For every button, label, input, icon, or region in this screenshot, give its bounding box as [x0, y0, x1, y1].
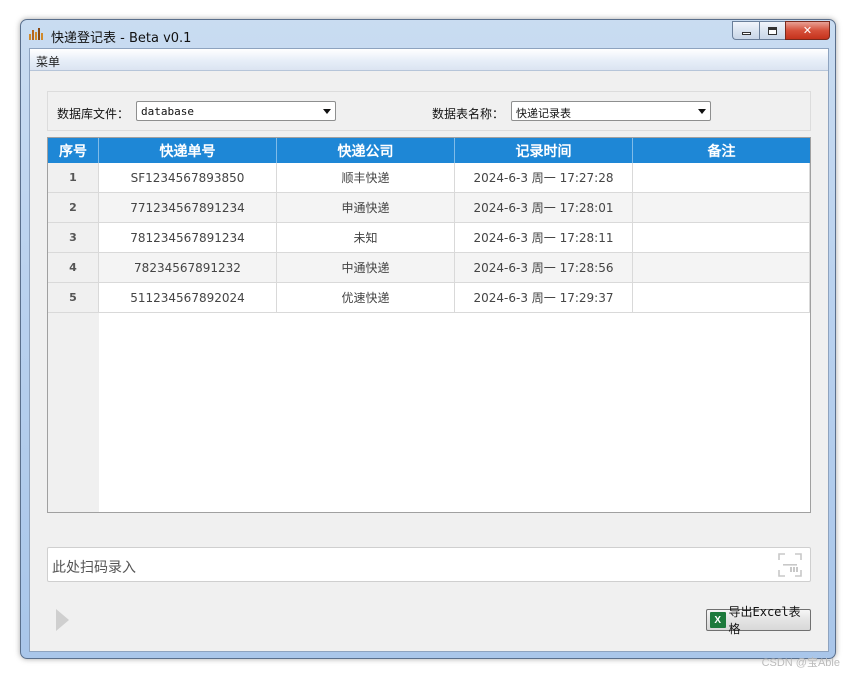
- table-row[interactable]: 1 SF1234567893850 顺丰快递 2024-6-3 周一 17:27…: [48, 163, 810, 193]
- maximize-button[interactable]: [759, 21, 785, 40]
- window-controls: ✕: [732, 21, 830, 40]
- db-file-combobox[interactable]: database: [136, 101, 336, 121]
- table-name-value: 快递记录表: [516, 107, 571, 120]
- close-icon: ✕: [802, 24, 813, 37]
- column-header-company[interactable]: 快递公司: [277, 138, 455, 163]
- minimize-button[interactable]: [732, 21, 759, 40]
- records-table[interactable]: 序号 快递单号 快递公司 记录时间 备注 1 SF1234567893850 顺…: [47, 137, 811, 513]
- dropdown-arrow-icon: [323, 109, 331, 114]
- tracking-number-cell[interactable]: 511234567892024: [99, 283, 277, 312]
- app-icon: [29, 28, 45, 40]
- scan-placeholder: 此处扫码录入: [52, 560, 136, 576]
- table-body: 1 SF1234567893850 顺丰快递 2024-6-3 周一 17:27…: [48, 163, 810, 313]
- client-area: 菜单 数据库文件： database 数据表名称： 快递记录表 序号 快递单号 …: [29, 48, 829, 652]
- menu-bar: 菜单: [30, 49, 828, 71]
- dropdown-arrow-icon: [698, 109, 706, 114]
- company-cell[interactable]: 优速快递: [277, 283, 455, 312]
- db-file-label: 数据库文件：: [57, 107, 130, 121]
- window-title: 快递登记表 - Beta v0.1: [51, 31, 192, 46]
- menu-item-main[interactable]: 菜单: [36, 53, 60, 70]
- row-index: 1: [48, 163, 99, 192]
- column-header-index[interactable]: 序号: [48, 138, 99, 163]
- table-row[interactable]: 4 78234567891232 中通快递 2024-6-3 周一 17:28:…: [48, 253, 810, 283]
- row-index: 3: [48, 223, 99, 252]
- column-header-note[interactable]: 备注: [633, 138, 810, 163]
- excel-icon: X: [710, 612, 726, 628]
- tracking-number-cell[interactable]: 771234567891234: [99, 193, 277, 222]
- table-name-label: 数据表名称：: [432, 107, 505, 121]
- company-cell[interactable]: 中通快递: [277, 253, 455, 282]
- title-bar[interactable]: 快递登记表 - Beta v0.1 ✕: [21, 20, 835, 48]
- note-cell[interactable]: [633, 223, 810, 252]
- time-cell[interactable]: 2024-6-3 周一 17:28:11: [455, 223, 633, 252]
- note-cell[interactable]: [633, 163, 810, 192]
- table-row[interactable]: 2 771234567891234 申通快递 2024-6-3 周一 17:28…: [48, 193, 810, 223]
- play-icon[interactable]: [56, 609, 69, 631]
- app-window: 快递登记表 - Beta v0.1 ✕ 菜单 数据库文件： database 数…: [20, 19, 836, 659]
- company-cell[interactable]: 顺丰快递: [277, 163, 455, 192]
- tracking-number-cell[interactable]: 781234567891234: [99, 223, 277, 252]
- note-cell[interactable]: [633, 253, 810, 282]
- row-index: 5: [48, 283, 99, 312]
- minimize-icon: [741, 32, 751, 35]
- time-cell[interactable]: 2024-6-3 周一 17:28:56: [455, 253, 633, 282]
- note-cell[interactable]: [633, 193, 810, 222]
- table-header: 序号 快递单号 快递公司 记录时间 备注: [48, 138, 810, 163]
- maximize-icon: [768, 26, 777, 35]
- qr-scan-icon[interactable]: [778, 553, 802, 577]
- db-settings-panel: 数据库文件： database 数据表名称： 快递记录表: [47, 91, 811, 131]
- company-cell[interactable]: 申通快递: [277, 193, 455, 222]
- table-row[interactable]: 5 511234567892024 优速快递 2024-6-3 周一 17:29…: [48, 283, 810, 313]
- export-excel-label: 导出Excel表格: [728, 605, 801, 636]
- row-index: 2: [48, 193, 99, 222]
- company-cell[interactable]: 未知: [277, 223, 455, 252]
- row-index: 4: [48, 253, 99, 282]
- watermark: CSDN @宝Able: [761, 657, 840, 669]
- scan-input[interactable]: 此处扫码录入: [47, 547, 811, 582]
- time-cell[interactable]: 2024-6-3 周一 17:27:28: [455, 163, 633, 192]
- db-file-value: database: [141, 105, 194, 118]
- column-header-time[interactable]: 记录时间: [455, 138, 633, 163]
- table-name-combobox[interactable]: 快递记录表: [511, 101, 711, 121]
- time-cell[interactable]: 2024-6-3 周一 17:28:01: [455, 193, 633, 222]
- tracking-number-cell[interactable]: SF1234567893850: [99, 163, 277, 192]
- tracking-number-cell[interactable]: 78234567891232: [99, 253, 277, 282]
- column-header-tracking[interactable]: 快递单号: [99, 138, 277, 163]
- close-button[interactable]: ✕: [785, 21, 830, 40]
- table-row[interactable]: 3 781234567891234 未知 2024-6-3 周一 17:28:1…: [48, 223, 810, 253]
- note-cell[interactable]: [633, 283, 810, 312]
- export-excel-button[interactable]: X 导出Excel表格: [706, 605, 811, 636]
- time-cell[interactable]: 2024-6-3 周一 17:29:37: [455, 283, 633, 312]
